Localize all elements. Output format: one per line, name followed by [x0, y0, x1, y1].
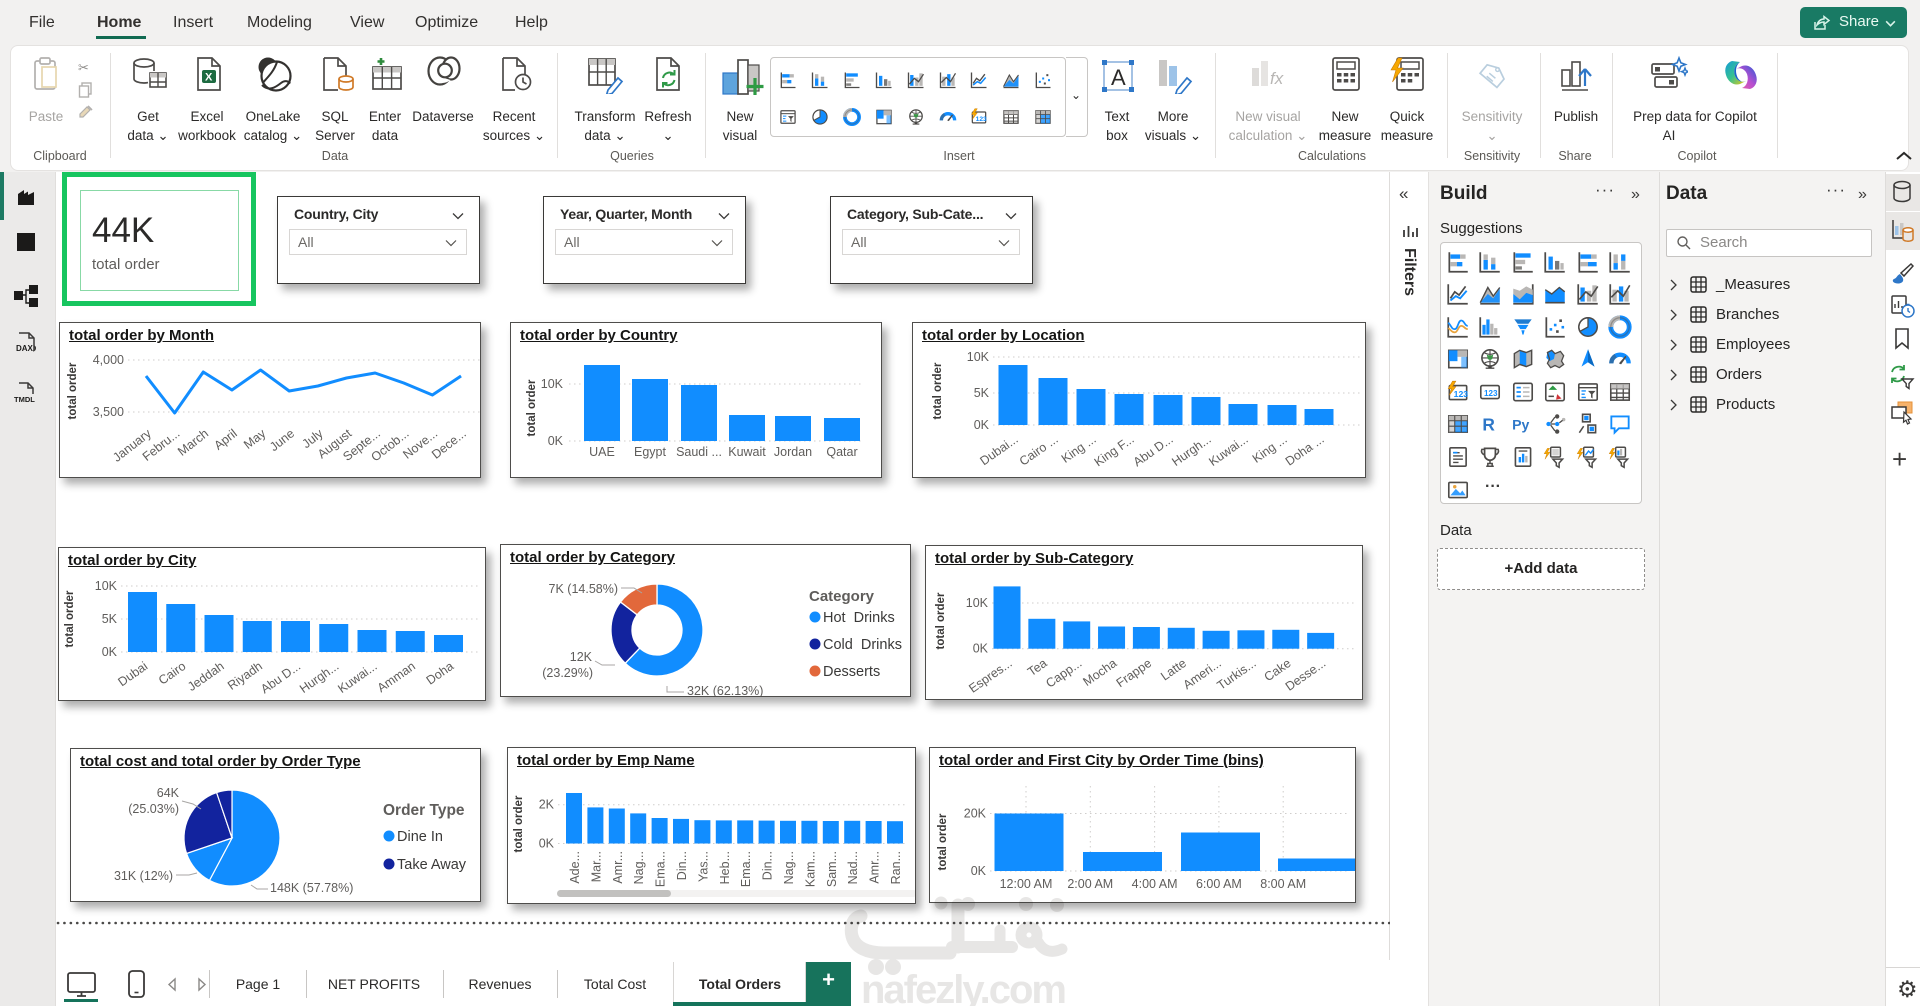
svg-text:Doha: Doha	[424, 659, 457, 688]
svg-text:7K (14.58%): 7K (14.58%)	[549, 582, 618, 596]
svg-text:nafezly.com: nafezly.com	[861, 968, 1065, 1006]
svg-text:Din...: Din...	[675, 851, 689, 880]
svg-text:Tea: Tea	[1025, 656, 1050, 679]
svg-text:0K: 0K	[971, 864, 987, 878]
svg-text:Abu D...: Abu D...	[258, 659, 303, 696]
svg-text:Sam...: Sam...	[825, 851, 839, 887]
svg-text:Cold Drinks: Cold Drinks	[823, 637, 902, 653]
svg-text:4,000: 4,000	[93, 353, 124, 367]
svg-text:Ema...: Ema...	[654, 851, 668, 887]
svg-text:Jeddah: Jeddah	[185, 659, 227, 694]
svg-text:2:00 AM: 2:00 AM	[1067, 877, 1113, 891]
svg-text:total order: total order	[64, 590, 76, 647]
svg-text:UAE: UAE	[589, 445, 615, 459]
svg-text:Take Away: Take Away	[397, 857, 467, 873]
svg-text:King F...: King F...	[1092, 432, 1137, 469]
svg-text:Desse...: Desse...	[1283, 656, 1329, 694]
svg-text:fx: fx	[1270, 69, 1284, 88]
svg-text:Jordan: Jordan	[774, 445, 812, 459]
svg-text:Ema...: Ema...	[739, 851, 753, 887]
svg-text:Cairo: Cairo	[156, 659, 189, 688]
svg-text:0K: 0K	[973, 642, 989, 656]
svg-text:June: June	[267, 426, 297, 454]
svg-text:Hurgh...: Hurgh...	[1169, 432, 1213, 469]
svg-text:12K: 12K	[570, 650, 593, 664]
svg-text:Amr...: Amr...	[868, 851, 882, 884]
svg-text:10K: 10K	[95, 579, 118, 593]
svg-text:6:00 AM: 6:00 AM	[1196, 877, 1242, 891]
svg-text:total order: total order	[935, 592, 947, 649]
svg-text:Yas...: Yas...	[696, 851, 710, 882]
svg-text:Turkis...: Turkis...	[1215, 656, 1259, 693]
svg-text:total order: total order	[932, 362, 944, 419]
svg-text:Heb...: Heb...	[718, 851, 732, 884]
svg-text:March: March	[175, 426, 211, 458]
svg-text:total order: total order	[937, 813, 949, 870]
svg-text:31K (12%): 31K (12%)	[114, 869, 173, 883]
svg-text:Desserts: Desserts	[823, 664, 880, 680]
svg-text:Qatar: Qatar	[826, 445, 857, 459]
svg-text:Nag...: Nag...	[632, 851, 646, 884]
svg-text:10K: 10K	[967, 350, 990, 364]
svg-text:X: X	[205, 72, 213, 84]
svg-text:Amr...: Amr...	[611, 851, 625, 884]
svg-text:Din...: Din...	[761, 851, 775, 880]
svg-text:32K (62.13%): 32K (62.13%)	[687, 684, 763, 696]
svg-text:Nad...: Nad...	[846, 851, 860, 884]
svg-text:0K: 0K	[539, 837, 555, 851]
svg-text:Mar...: Mar...	[589, 851, 603, 882]
svg-text:Cairo ...: Cairo ...	[1017, 432, 1061, 469]
svg-text:May: May	[241, 426, 269, 452]
svg-text:Hurgh...: Hurgh...	[297, 659, 341, 696]
svg-text:Kuwai...: Kuwai...	[1206, 432, 1250, 469]
svg-text:Abu D...: Abu D...	[1131, 432, 1176, 469]
svg-text:Order Type: Order Type	[383, 802, 465, 819]
svg-text:10K: 10K	[541, 377, 564, 391]
svg-text:Saudi ...: Saudi ...	[676, 445, 722, 459]
svg-text:0K: 0K	[102, 645, 118, 659]
svg-text:8:00 AM: 8:00 AM	[1260, 877, 1306, 891]
svg-text:Ade...: Ade...	[568, 851, 582, 884]
svg-text:0K: 0K	[974, 418, 990, 432]
svg-text:Dubai...: Dubai...	[977, 432, 1020, 468]
svg-text:Dine In: Dine In	[397, 829, 443, 845]
svg-text:148K (57.78%): 148K (57.78%)	[270, 881, 353, 895]
svg-text:April: April	[211, 426, 239, 452]
svg-text:Ran...: Ran...	[889, 851, 903, 884]
svg-text:5K: 5K	[102, 612, 118, 626]
svg-text:total order: total order	[67, 362, 79, 419]
svg-text:Hot Drinks: Hot Drinks	[823, 610, 895, 626]
svg-text:2K: 2K	[539, 798, 555, 812]
svg-text:(25.03%): (25.03%)	[128, 802, 179, 816]
svg-text:Frappe: Frappe	[1114, 656, 1155, 690]
svg-text:4:00 AM: 4:00 AM	[1132, 877, 1178, 891]
svg-text:TMDL: TMDL	[14, 395, 35, 404]
svg-text:Mocha: Mocha	[1080, 656, 1119, 689]
svg-text:Capp...: Capp...	[1043, 656, 1084, 691]
svg-text:A: A	[1111, 65, 1126, 90]
svg-text:Egypt: Egypt	[634, 445, 666, 459]
svg-text:Category: Category	[809, 588, 875, 605]
svg-text:Dubai: Dubai	[115, 659, 150, 689]
svg-text:Doha ...: Doha ...	[1283, 432, 1327, 469]
svg-text:Kam...: Kam...	[803, 851, 817, 887]
svg-text:20K: 20K	[964, 807, 987, 821]
svg-text:Kuwai...: Kuwai...	[335, 659, 379, 696]
svg-text:DAX: DAX	[16, 344, 34, 353]
svg-text:Amman: Amman	[375, 659, 418, 695]
svg-text:total order: total order	[526, 379, 538, 436]
svg-text:Nag...: Nag...	[782, 851, 796, 884]
svg-text:Kuwait: Kuwait	[728, 445, 766, 459]
svg-text:12:00 AM: 12:00 AM	[1000, 877, 1053, 891]
svg-text:3,500: 3,500	[93, 405, 124, 419]
svg-text:5K: 5K	[974, 386, 990, 400]
svg-text:Espres...: Espres...	[966, 656, 1014, 696]
svg-text:10K: 10K	[966, 596, 989, 610]
svg-text:64K: 64K	[157, 786, 180, 800]
svg-text:total order: total order	[513, 795, 525, 852]
svg-text:King ...: King ...	[1250, 432, 1290, 466]
svg-text:0K: 0K	[548, 434, 564, 448]
svg-text:(23.29%): (23.29%)	[542, 666, 593, 680]
